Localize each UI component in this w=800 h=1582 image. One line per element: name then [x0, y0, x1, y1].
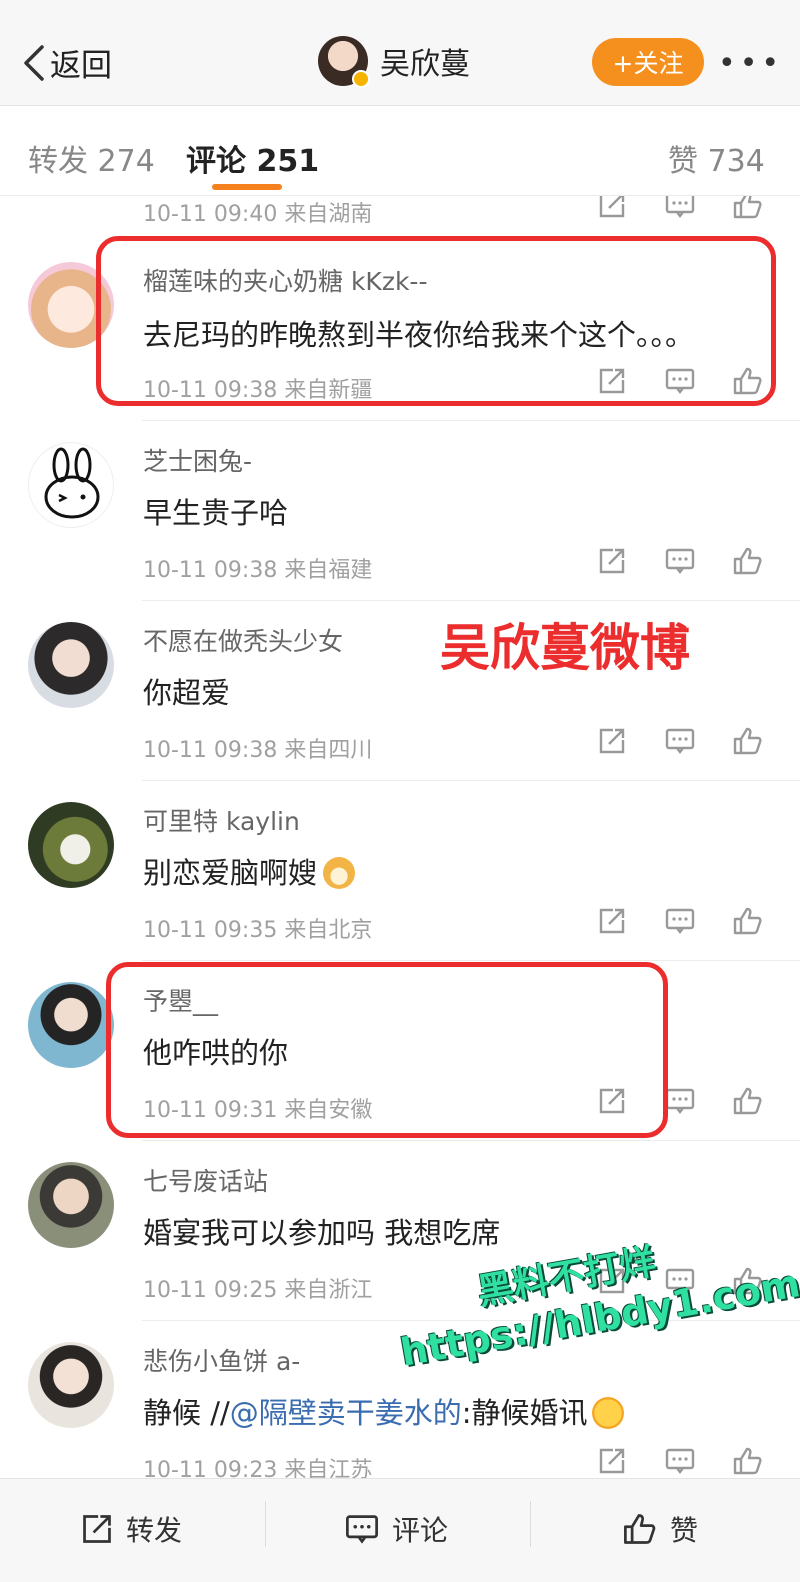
comment-icon [346, 1515, 378, 1544]
comment-text: 别恋爱脑啊嫂 [143, 850, 356, 892]
verified-badge-icon [352, 70, 370, 88]
bottom-action-bar: 转发 评论 赞 [0, 1478, 800, 1582]
comment-meta: 10-11 09:38 来自福建 [143, 558, 373, 583]
comment-meta: 10-11 09:40 来自湖南 [143, 202, 373, 227]
tab-bar: 转发 274 评论 251 赞 734 [0, 106, 800, 196]
avatar[interactable] [28, 622, 114, 708]
comment-actions [592, 544, 768, 578]
highlight-box [106, 962, 668, 1138]
like-icon[interactable] [728, 544, 768, 578]
list-item[interactable]: 芝士困兔- 早生贵子哈 10-11 09:38 来自福建 [0, 420, 800, 600]
comment-icon[interactable] [660, 904, 700, 938]
comment-text: 你超爱 [143, 676, 231, 710]
comment-text: 静候 //@隔壁卖干姜水的:静候婚讯 [143, 1390, 624, 1432]
like-label: 赞 [670, 1514, 699, 1547]
like-icon[interactable] [728, 1444, 768, 1478]
avatar[interactable] [28, 1342, 114, 1428]
comment-actions [592, 196, 768, 222]
back-button[interactable]: 返回 [22, 40, 112, 85]
tab-comments[interactable]: 评论 251 [186, 136, 319, 180]
bunny-icon [44, 447, 100, 519]
comment-text: 早生贵子哈 [143, 496, 289, 530]
repost-button[interactable]: 转发 [80, 1509, 182, 1549]
shiba-emoji-icon [323, 857, 356, 889]
watermark-text: 吴欣蔓微博 [440, 619, 690, 677]
avatar[interactable] [318, 36, 370, 88]
comment-meta: 10-11 09:23 来自江苏 [143, 1458, 373, 1478]
comment-meta: 10-11 09:35 来自北京 [143, 918, 373, 943]
share-icon[interactable] [592, 1444, 632, 1478]
comment-icon[interactable] [660, 1444, 700, 1478]
comment-username[interactable]: 悲伤小鱼饼 a- [143, 1342, 300, 1378]
avatar[interactable] [28, 442, 114, 528]
comment-meta: 10-11 09:38 来自四川 [143, 738, 373, 763]
comment-username[interactable]: 可里特 kaylin [143, 802, 300, 838]
comment-actions [592, 724, 768, 758]
list-item[interactable]: 可里特 kaylin 别恋爱脑啊嫂 10-11 09:35 来自北京 [0, 780, 800, 960]
comment-username[interactable]: 七号废话站 [143, 1162, 268, 1198]
share-icon [83, 1515, 111, 1543]
like-icon[interactable] [728, 1084, 768, 1118]
comment-icon[interactable] [660, 724, 700, 758]
page-title: 吴欣蔓 [380, 47, 470, 82]
comment-button[interactable]: 评论 [344, 1509, 448, 1549]
more-options-icon[interactable]: ••• [718, 46, 783, 81]
share-icon[interactable] [592, 724, 632, 758]
comment-username[interactable]: 不愿在做秃头少女 [143, 622, 343, 658]
share-icon[interactable] [592, 904, 632, 938]
share-icon[interactable] [592, 196, 632, 222]
tab-likes[interactable]: 赞 734 [668, 136, 765, 180]
comment-icon[interactable] [660, 196, 700, 222]
like-icon [624, 1514, 656, 1544]
top-bar: 返回 吴欣蔓 +关注 ••• [0, 0, 800, 106]
mention-link[interactable]: @隔壁卖干姜水的 [230, 1396, 462, 1430]
comment-meta: 10-11 09:25 来自浙江 [143, 1278, 373, 1303]
follow-button[interactable]: +关注 [592, 38, 704, 86]
profile-header[interactable]: 吴欣蔓 [318, 36, 470, 88]
like-icon[interactable] [728, 196, 768, 222]
blushing-emoji-icon [591, 1397, 624, 1429]
comment-actions [592, 1444, 768, 1478]
like-icon[interactable] [728, 904, 768, 938]
share-icon[interactable] [592, 544, 632, 578]
repost-label: 转发 [126, 1514, 183, 1547]
comment-username[interactable]: 芝士困兔- [143, 442, 252, 478]
comment-icon[interactable] [660, 544, 700, 578]
comment-label: 评论 [392, 1514, 449, 1547]
divider [265, 1501, 266, 1547]
avatar[interactable] [28, 802, 114, 888]
comment-text: 婚宴我可以参加吗 我想吃席 [143, 1216, 501, 1250]
chevron-left-icon [24, 44, 44, 81]
avatar[interactable] [28, 1162, 114, 1248]
like-button[interactable]: 赞 [622, 1509, 698, 1549]
comment-actions [592, 904, 768, 938]
avatar[interactable] [28, 982, 114, 1068]
tab-reposts[interactable]: 转发 274 [28, 136, 155, 180]
divider [530, 1501, 531, 1547]
back-label: 返回 [50, 48, 112, 84]
active-tab-indicator [212, 184, 282, 190]
like-icon[interactable] [728, 724, 768, 758]
highlight-box [96, 236, 776, 406]
